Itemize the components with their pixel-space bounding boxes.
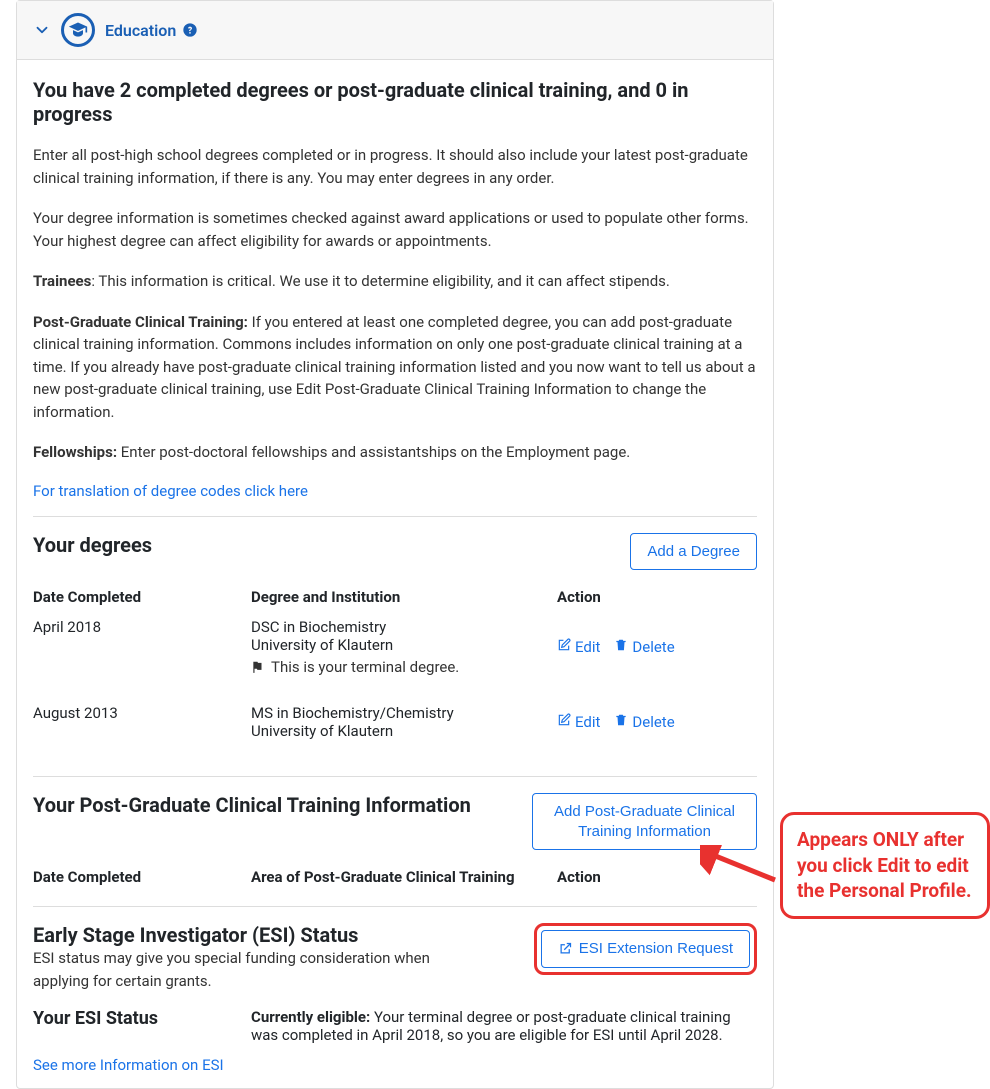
degrees-section-title: Your degrees [33,533,152,557]
esi-description: ESI status may give you special funding … [33,947,473,992]
flag-icon [251,660,265,674]
education-panel: Education You have 2 completed degrees o… [16,0,774,1089]
trainees-text: : This information is critical. We use i… [91,272,670,290]
degree-date: August 2013 [33,704,243,740]
esi-status-text: Currently eligible: Your terminal degree… [251,1008,757,1044]
degree-cell: MS in Biochemistry/Chemistry University … [251,704,549,740]
degree-cell: DSC in Biochemistry University of Klaute… [251,618,549,676]
esi-request-label: ESI Extension Request [579,939,733,959]
intro-paragraph-1: Enter all post-high school degrees compl… [33,144,757,189]
esi-eligible-label: Currently eligible: [251,1008,370,1026]
fellowships-label: Fellowships: [33,443,117,461]
col-date-completed: Date Completed [33,868,243,886]
callout-highlight-box: ESI Extension Request [534,923,757,975]
edit-icon [557,638,571,656]
degree-date: April 2018 [33,618,243,676]
col-degree-institution: Degree and Institution [251,588,549,606]
col-date-completed: Date Completed [33,588,243,606]
panel-header[interactable]: Education [17,1,773,60]
edit-label: Edit [575,638,600,656]
section-title: Education [105,21,176,40]
edit-icon [557,713,571,731]
delete-label: Delete [632,713,674,731]
divider [33,906,757,907]
edit-label: Edit [575,713,600,731]
annotation-callout: Appears ONLY after you click Edit to edi… [700,812,990,919]
degree-codes-link[interactable]: For translation of degree codes click he… [33,482,308,500]
pgct-section-title: Your Post-Graduate Clinical Training Inf… [33,793,471,817]
institution: University of Klautern [251,722,549,740]
institution: University of Klautern [251,636,549,654]
esi-section-title: Early Stage Investigator (ESI) Status [33,923,473,947]
summary-heading: You have 2 completed degrees or post-gra… [33,78,757,126]
add-degree-button[interactable]: Add a Degree [630,533,757,571]
arrow-icon [700,845,780,885]
col-action: Action [557,588,757,606]
divider [33,516,757,517]
delete-link[interactable]: Delete [614,704,674,740]
degree-line: DSC in Biochemistry [251,618,549,636]
intro-paragraph-2: Your degree information is sometimes che… [33,207,757,252]
trash-icon [614,713,628,731]
edit-link[interactable]: Edit [557,618,600,676]
pgct-label: Post-Graduate Clinical Training: [33,313,248,331]
graduation-cap-icon [61,13,95,47]
pgct-paragraph: Post-Graduate Clinical Training: If you … [33,311,757,424]
col-pgct-area: Area of Post-Graduate Clinical Training [251,868,549,886]
edit-link[interactable]: Edit [557,704,600,740]
divider [33,776,757,777]
fellowships-paragraph: Fellowships: Enter post-doctoral fellows… [33,441,757,464]
help-icon[interactable] [182,22,198,38]
esi-status-title: Your ESI Status [33,1008,243,1044]
delete-label: Delete [632,638,674,656]
trainees-label: Trainees [33,272,91,290]
esi-extension-request-button[interactable]: ESI Extension Request [541,930,750,968]
callout-text: Appears ONLY after you click Edit to edi… [780,812,990,919]
fellowships-text: Enter post-doctoral fellowships and assi… [117,443,630,461]
degree-line: MS in Biochemistry/Chemistry [251,704,549,722]
delete-link[interactable]: Delete [614,618,674,676]
trash-icon [614,638,628,656]
trainees-paragraph: Trainees: This information is critical. … [33,270,757,293]
chevron-down-icon [33,21,51,39]
external-link-icon [558,941,573,956]
terminal-degree-note: This is your terminal degree. [271,658,459,676]
